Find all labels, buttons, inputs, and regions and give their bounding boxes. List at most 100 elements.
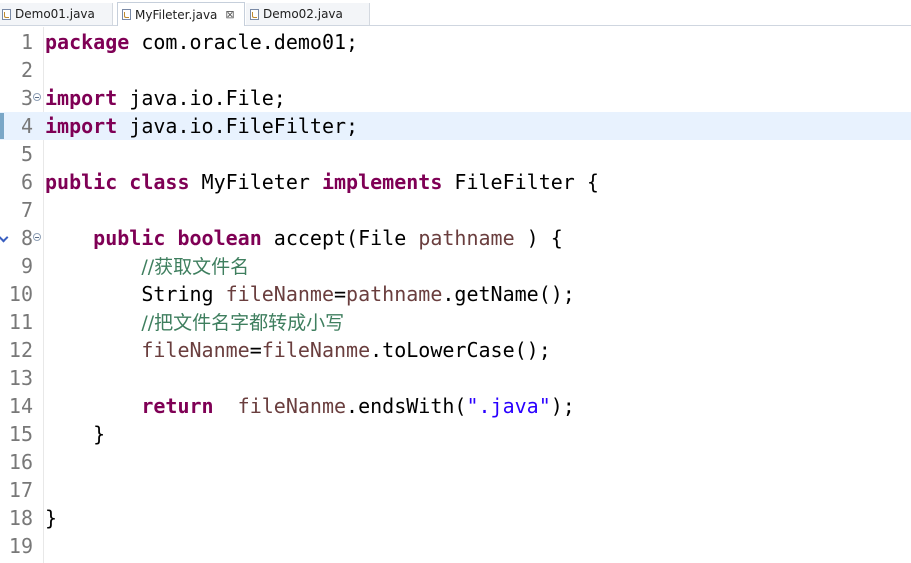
- code-line[interactable]: 7: [0, 196, 911, 224]
- code-text: String fileNanme=pathname.getName();: [45, 280, 575, 308]
- keyword-token: import: [45, 114, 118, 138]
- code-token: .getName();: [442, 282, 575, 306]
- code-line[interactable]: 18}: [0, 504, 911, 532]
- line-number: 11: [8, 310, 33, 334]
- code-line[interactable]: 4 import java.io.FileFilter;: [0, 112, 911, 140]
- keyword-token: import: [45, 86, 118, 110]
- code-editor[interactable]: 1 package com.oracle.demo01; 2 3 import java…: [0, 27, 911, 563]
- tab-label: MyFileter.java: [135, 7, 218, 22]
- code-text: public boolean accept(File pathname ) {: [45, 224, 563, 252]
- tab-label: Demo02.java: [263, 7, 343, 21]
- code-line[interactable]: 12 fileNanme=fileNanme.toLowerCase();: [0, 336, 911, 364]
- code-text: //获取文件名: [45, 252, 249, 281]
- line-number: 3: [20, 86, 33, 110]
- fold-collapse-icon[interactable]: [33, 93, 41, 101]
- code-token: accept(File: [261, 226, 419, 250]
- keyword-token: class: [129, 170, 190, 194]
- code-token: String: [45, 282, 226, 306]
- tab-label: Demo01.java: [15, 7, 95, 21]
- variable-token: fileNanme: [141, 338, 250, 362]
- code-token: );: [550, 394, 575, 418]
- tab-myfileter[interactable]: MyFileter.java ⊠: [117, 2, 245, 26]
- code-line[interactable]: 16: [0, 448, 911, 476]
- code-token: FileFilter {: [442, 170, 599, 194]
- code-line[interactable]: 14 return fileNanme.endsWith(".java");: [0, 392, 911, 420]
- keyword-token: package: [45, 30, 130, 54]
- code-line[interactable]: 8 public boolean accept(File pathname ) …: [0, 224, 911, 252]
- code-token: java.io.FileFilter;: [117, 114, 359, 138]
- code-line[interactable]: 13: [0, 364, 911, 392]
- code-text: import java.io.File;: [45, 84, 286, 112]
- line-number: 6: [20, 170, 33, 194]
- line-number: 13: [8, 366, 33, 390]
- code-token: ) {: [514, 226, 563, 250]
- fold-collapse-icon[interactable]: [33, 233, 41, 241]
- keyword-token: public: [45, 170, 118, 194]
- java-file-icon: [250, 8, 259, 20]
- code-line[interactable]: 1 package com.oracle.demo01;: [0, 28, 911, 56]
- line-number: 19: [8, 534, 33, 558]
- line-number: 10: [8, 282, 33, 306]
- code-line[interactable]: 5: [0, 140, 911, 168]
- java-file-icon: [2, 8, 11, 20]
- line-number: 7: [20, 198, 33, 222]
- editor-tab-bar: Demo01.java MyFileter.java ⊠ Demo02.java: [0, 0, 911, 26]
- close-icon[interactable]: ⊠: [225, 8, 234, 21]
- code-line[interactable]: 3 import java.io.File;: [0, 84, 911, 112]
- string-token: ".java": [466, 394, 551, 418]
- line-number: 12: [8, 338, 33, 362]
- code-text: }: [45, 504, 57, 532]
- line-number: 15: [8, 422, 33, 446]
- tab-demo01[interactable]: Demo01.java: [0, 3, 113, 25]
- line-number: 2: [20, 58, 33, 82]
- code-line[interactable]: 2: [0, 56, 911, 84]
- keyword-token: implements: [321, 170, 443, 194]
- code-token: }: [45, 422, 106, 446]
- code-line[interactable]: 17: [0, 476, 911, 504]
- line-number: 5: [20, 142, 33, 166]
- variable-token: fileNanme: [225, 282, 334, 306]
- line-number: 16: [8, 450, 33, 474]
- variable-token: fileNanme: [237, 394, 347, 418]
- code-line[interactable]: 6 public class MyFileter implements FileF…: [0, 168, 911, 196]
- variable-token: fileNanme: [261, 338, 371, 362]
- code-text: public class MyFileter implements FileFi…: [45, 168, 599, 196]
- code-text: fileNanme=fileNanme.toLowerCase();: [45, 336, 551, 364]
- line-number: 17: [8, 478, 33, 502]
- code-token: =: [334, 282, 347, 306]
- code-token: MyFileter: [189, 170, 322, 194]
- keyword-token: return: [141, 394, 214, 418]
- line-number: 14: [8, 394, 33, 418]
- code-token: }: [45, 506, 58, 530]
- line-number: 1: [20, 30, 33, 54]
- tab-demo02[interactable]: Demo02.java: [246, 3, 370, 25]
- line-number: 9: [20, 254, 33, 278]
- comment-token: //把文件名字都转成小写: [141, 312, 345, 334]
- code-text: //把文件名字都转成小写: [45, 308, 344, 337]
- code-text: package com.oracle.demo01;: [45, 28, 358, 56]
- variable-token: pathname: [418, 226, 515, 250]
- line-number: 8: [20, 226, 33, 250]
- code-token: .toLowerCase();: [370, 338, 551, 362]
- code-line[interactable]: 15 }: [0, 420, 911, 448]
- code-text: return fileNanme.endsWith(".java");: [45, 392, 575, 420]
- code-text: }: [45, 420, 105, 448]
- code-line[interactable]: 11 //把文件名字都转成小写: [0, 308, 911, 336]
- code-line[interactable]: 10 String fileNanme=pathname.getName();: [0, 280, 911, 308]
- java-file-icon: [122, 9, 131, 20]
- line-number: 18: [8, 506, 33, 530]
- comment-token: //获取文件名: [141, 256, 250, 278]
- code-token: .endsWith(: [346, 394, 467, 418]
- code-token: java.io.File;: [117, 86, 286, 110]
- keyword-token: boolean: [177, 226, 262, 250]
- code-line[interactable]: 9 //获取文件名: [0, 252, 911, 280]
- code-line[interactable]: 19: [0, 532, 911, 560]
- code-text: import java.io.FileFilter;: [45, 112, 358, 140]
